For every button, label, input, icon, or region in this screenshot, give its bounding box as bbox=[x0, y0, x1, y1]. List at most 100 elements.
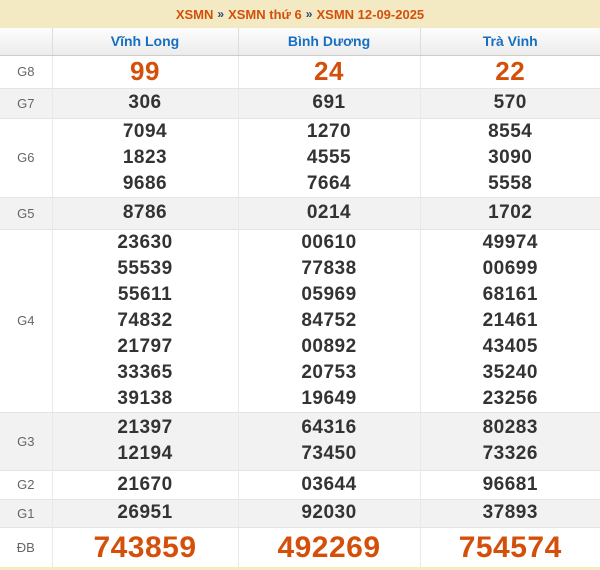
result-cell: 754574 bbox=[420, 526, 600, 567]
result-number: 64316 bbox=[301, 417, 357, 438]
breadcrumb-separator: » bbox=[217, 7, 225, 21]
breadcrumb-link[interactable]: XSMN 12-09-2025 bbox=[316, 7, 424, 22]
result-number: 7664 bbox=[306, 172, 352, 194]
result-number: 74832 bbox=[117, 309, 173, 331]
prize-column-header bbox=[0, 28, 53, 56]
result-number: 19649 bbox=[301, 387, 357, 409]
result-cell: 1702 bbox=[420, 196, 600, 229]
result-cell: 00610 77838 05969 84752 00892 20753 19649 bbox=[238, 228, 421, 412]
results-table: Vĩnh Long Bình Dương Trà Vinh G8 99 24 22 G7 30… bbox=[0, 28, 600, 567]
result-number: 37893 bbox=[482, 502, 538, 523]
prize-label: G4 bbox=[0, 228, 53, 412]
result-cell: 8554 3090 5558 bbox=[420, 117, 600, 197]
result-number: 26951 bbox=[117, 502, 173, 523]
result-number: 55611 bbox=[117, 283, 173, 305]
breadcrumb: XSMN» XSMN thứ 6» XSMN 12-09-2025 bbox=[0, 0, 600, 28]
result-cell: 80283 73326 bbox=[420, 411, 600, 470]
result-number: 92030 bbox=[301, 502, 357, 523]
result-number: 49974 bbox=[482, 231, 538, 253]
result-cell: 0214 bbox=[238, 196, 421, 229]
result-cell: 03644 bbox=[238, 469, 421, 499]
result-number: 23256 bbox=[482, 387, 538, 409]
breadcrumb-link[interactable]: XSMN thứ 6 bbox=[228, 7, 302, 22]
result-number: 5558 bbox=[488, 172, 533, 194]
prize-label: ĐB bbox=[0, 526, 53, 567]
breadcrumb-link[interactable]: XSMN bbox=[176, 7, 214, 22]
result-number: 00699 bbox=[482, 257, 538, 279]
result-number: 23630 bbox=[117, 231, 173, 253]
result-number: 306 bbox=[128, 92, 162, 113]
table-row-G7: G7 306 691 570 bbox=[0, 87, 600, 118]
result-number: 96681 bbox=[482, 473, 538, 495]
result-cell: 96681 bbox=[420, 469, 600, 499]
result-number: 24 bbox=[314, 56, 344, 87]
table-row-ĐB: ĐB 743859 492269 754574 bbox=[0, 526, 600, 567]
result-cell: 99 bbox=[52, 54, 239, 88]
table-row-G6: G6 7094 1823 9686 1270 4555 7664 8554 3090 5558 bbox=[0, 117, 600, 197]
result-number: 73326 bbox=[482, 443, 538, 464]
prize-label: G2 bbox=[0, 469, 53, 499]
result-number: 492269 bbox=[277, 530, 381, 564]
result-number: 35240 bbox=[482, 361, 538, 383]
breadcrumb-separator: » bbox=[305, 7, 313, 21]
result-cell: 306 bbox=[52, 87, 239, 118]
result-cell: 24 bbox=[238, 54, 421, 88]
result-cell: 23630 55539 55611 74832 21797 33365 39138 bbox=[52, 228, 239, 412]
result-number: 21670 bbox=[117, 473, 173, 495]
result-number: 73450 bbox=[301, 443, 357, 464]
result-cell: 691 bbox=[238, 87, 421, 118]
table-row-G5: G5 8786 0214 1702 bbox=[0, 196, 600, 229]
result-number: 68161 bbox=[482, 283, 538, 305]
result-number: 20753 bbox=[301, 361, 357, 383]
result-number: 21797 bbox=[117, 335, 173, 357]
result-cell: 22 bbox=[420, 54, 600, 88]
result-cell: 37893 bbox=[420, 498, 600, 527]
prize-label: G5 bbox=[0, 196, 53, 229]
result-number: 12194 bbox=[117, 443, 173, 464]
province-column-header: Trà Vinh bbox=[420, 28, 600, 56]
table-row-G8: G8 99 24 22 bbox=[0, 54, 600, 88]
result-number: 1702 bbox=[488, 202, 533, 223]
result-number: 0214 bbox=[306, 202, 352, 223]
result-number: 03644 bbox=[301, 473, 357, 495]
table-row-G2: G2 21670 03644 96681 bbox=[0, 469, 600, 499]
result-number: 80283 bbox=[482, 417, 538, 438]
result-number: 1270 bbox=[306, 120, 352, 142]
result-number: 7094 bbox=[122, 120, 168, 142]
prize-label: G1 bbox=[0, 498, 53, 527]
result-number: 8554 bbox=[488, 120, 533, 142]
prize-label: G3 bbox=[0, 411, 53, 470]
result-number: 33365 bbox=[117, 361, 173, 383]
result-number: 3090 bbox=[488, 146, 533, 168]
result-number: 570 bbox=[493, 92, 527, 113]
result-number: 743859 bbox=[93, 530, 197, 564]
result-number: 21461 bbox=[482, 309, 538, 331]
table-row-G4: G4 23630 55539 55611 74832 21797 33365 39138 006… bbox=[0, 228, 600, 412]
result-cell: 8786 bbox=[52, 196, 239, 229]
result-cell: 92030 bbox=[238, 498, 421, 527]
result-number: 21397 bbox=[117, 417, 173, 438]
result-number: 9686 bbox=[122, 172, 168, 194]
result-cell: 7094 1823 9686 bbox=[52, 117, 239, 197]
result-cell: 1270 4555 7664 bbox=[238, 117, 421, 197]
result-number: 00892 bbox=[301, 335, 357, 357]
prize-label: G7 bbox=[0, 87, 53, 118]
result-cell: 21397 12194 bbox=[52, 411, 239, 470]
result-number: 4555 bbox=[306, 146, 352, 168]
result-number: 39138 bbox=[117, 387, 173, 409]
prize-label: G6 bbox=[0, 117, 53, 197]
result-cell: 743859 bbox=[52, 526, 239, 567]
prize-label: G8 bbox=[0, 54, 53, 88]
result-cell: 49974 00699 68161 21461 43405 35240 23256 bbox=[420, 228, 600, 412]
result-cell: 21670 bbox=[52, 469, 239, 499]
result-cell: 26951 bbox=[52, 498, 239, 527]
result-number: 99 bbox=[130, 56, 160, 87]
table-row-G1: G1 26951 92030 37893 bbox=[0, 498, 600, 527]
result-number: 8786 bbox=[122, 202, 168, 223]
result-number: 84752 bbox=[301, 309, 357, 331]
result-number: 22 bbox=[495, 56, 526, 87]
result-number: 691 bbox=[312, 92, 346, 113]
result-number: 55539 bbox=[117, 257, 173, 279]
result-number: 00610 bbox=[301, 231, 357, 253]
result-number: 77838 bbox=[301, 257, 357, 279]
